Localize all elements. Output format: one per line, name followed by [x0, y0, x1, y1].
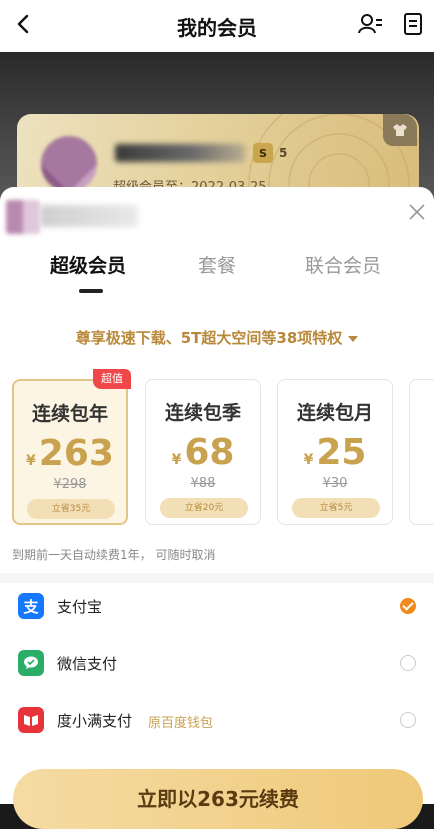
- avatar: [41, 136, 97, 192]
- auto-renew-note: 到期前一天自动续费1年， 可随时取消: [12, 548, 216, 562]
- plan-card-quarterly[interactable]: 连续包季 ¥68 ¥88 立省20元: [145, 379, 261, 525]
- tab-indicator: [79, 289, 103, 293]
- plan-card-yearly[interactable]: 连续包年 ¥263 ¥298 立省35元: [12, 379, 128, 525]
- account-avatar: [6, 200, 40, 234]
- user-manage-icon[interactable]: [357, 11, 383, 37]
- close-icon[interactable]: [408, 203, 426, 221]
- payment-alipay[interactable]: 支 支付宝: [0, 579, 434, 635]
- plan-original-price: ¥30: [322, 476, 348, 491]
- page-title: 我的会员: [177, 15, 257, 40]
- privilege-dropdown[interactable]: 尊享极速下载、5T超大空间等38项特权: [0, 327, 434, 348]
- plan-price: ¥68: [171, 432, 235, 473]
- account-name-blurred: [40, 205, 138, 227]
- member-level: S 5: [253, 143, 287, 163]
- top-bar: 我的会员: [0, 0, 434, 52]
- tab-super-member[interactable]: 超级会员: [50, 251, 126, 278]
- alipay-icon: 支: [18, 593, 44, 619]
- payment-wechat[interactable]: 微信支付: [0, 636, 434, 692]
- level-number: 5: [279, 146, 288, 160]
- plan-name: 连续包年: [31, 403, 108, 425]
- payment-duxiaoman[interactable]: 度小满支付 原百度钱包: [0, 693, 434, 749]
- payment-label: 支付宝: [57, 598, 103, 616]
- plan-card-more[interactable]: [409, 379, 434, 525]
- value-badge: 超值: [93, 369, 131, 389]
- purchase-sheet: 超级会员 套餐 联合会员 尊享极速下载、5T超大空间等38项特权 超值 连续包年…: [0, 187, 434, 804]
- plan-price: ¥263: [26, 433, 114, 474]
- order-list-icon[interactable]: [402, 12, 424, 36]
- username-blurred: [115, 144, 245, 162]
- plan-card-monthly[interactable]: 连续包月 ¥25 ¥30 立省5元: [277, 379, 393, 525]
- tab-joint-member[interactable]: 联合会员: [305, 251, 381, 278]
- tshirt-icon[interactable]: [383, 114, 417, 146]
- plan-list: 连续包年 ¥263 ¥298 立省35元 连续包季 ¥68 ¥88 立省20元 …: [0, 379, 434, 529]
- plan-saving: 立省5元: [292, 498, 380, 518]
- payment-radio[interactable]: [400, 655, 416, 671]
- plan-original-price: ¥298: [53, 477, 87, 492]
- privilege-text: 尊享极速下载、5T超大空间等38项特权: [75, 329, 343, 347]
- tab-package[interactable]: 套餐: [198, 251, 236, 278]
- payment-radio-checked[interactable]: [400, 598, 416, 614]
- plan-name: 连续包月: [296, 402, 373, 424]
- payment-sublabel: 原百度钱包: [148, 716, 214, 731]
- payment-label: 微信支付: [57, 655, 118, 673]
- duxiaoman-icon: [18, 707, 44, 733]
- plan-original-price: ¥88: [190, 476, 216, 491]
- level-shield-icon: S: [253, 143, 273, 163]
- back-arrow-icon[interactable]: [10, 10, 38, 38]
- renew-now-button[interactable]: 立即以263元续费: [13, 769, 423, 829]
- membership-tabs: 超级会员 套餐 联合会员: [0, 251, 434, 291]
- plan-saving: 立省20元: [160, 498, 248, 518]
- plan-price: ¥25: [303, 432, 367, 473]
- plan-saving: 立省35元: [27, 499, 115, 519]
- payment-radio[interactable]: [400, 712, 416, 728]
- plan-name: 连续包季: [164, 402, 241, 424]
- wechat-pay-icon: [18, 650, 44, 676]
- payment-label: 度小满支付: [57, 712, 133, 730]
- caret-down-icon: [348, 335, 359, 342]
